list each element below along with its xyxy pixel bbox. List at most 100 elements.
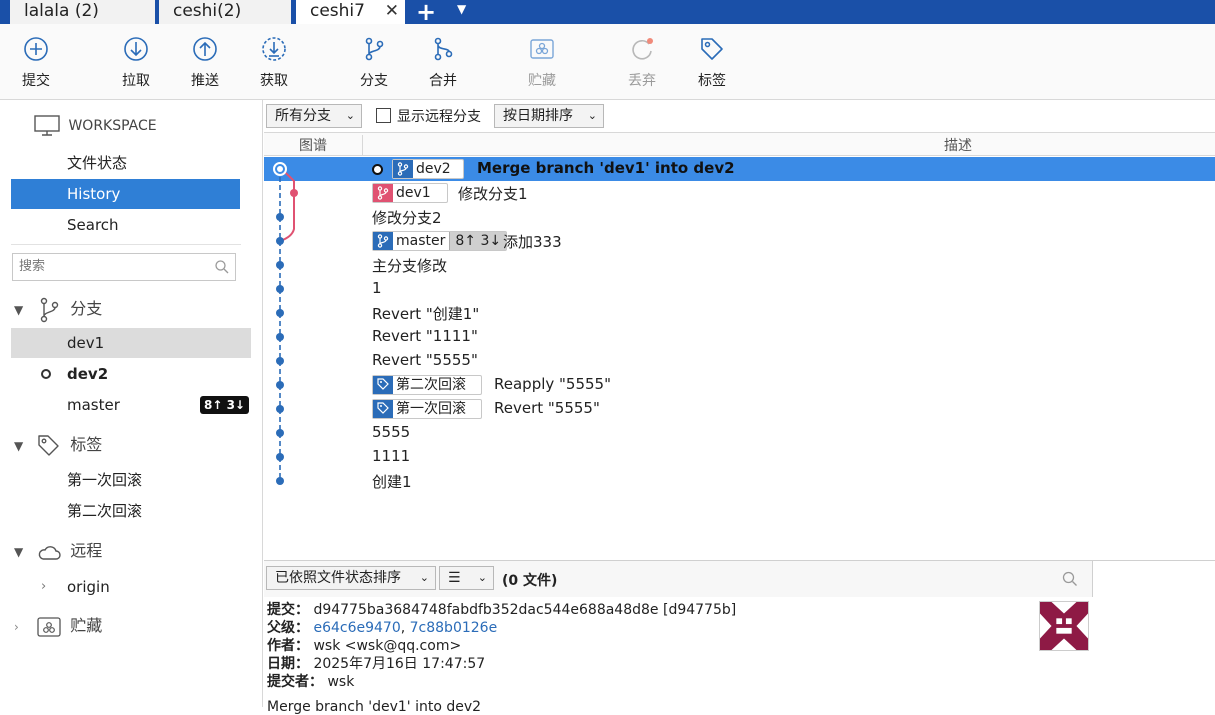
fetch-button[interactable]: 获取: [244, 36, 304, 90]
chevron-down-icon: ▼: [14, 545, 24, 559]
commit-button[interactable]: 提交: [6, 36, 66, 90]
commit-hash: d94775ba3684748fabdfb352dac544e688a48d8e…: [313, 602, 737, 618]
stash-button[interactable]: 贮藏: [512, 36, 572, 90]
remotes-section-header[interactable]: ▼ 远程: [14, 537, 102, 565]
commit-row[interactable]: 创建1: [264, 469, 1215, 493]
search-icon: [215, 260, 229, 274]
graph-column-header[interactable]: 图谱: [264, 135, 363, 155]
push-icon: [193, 37, 217, 61]
commit-row[interactable]: 主分支修改: [264, 253, 1215, 277]
chevron-right-icon: ›: [41, 579, 47, 594]
filter-bar: 所有分支 ⌄ 显示远程分支 按日期排序 ⌄: [264, 100, 1215, 132]
parent-link[interactable]: 7c88b0126e: [410, 620, 498, 636]
tag-label: 第一次回滚: [372, 399, 482, 419]
list-icon: ☰: [448, 570, 461, 586]
chevron-down-icon: ⌄: [477, 571, 487, 584]
branch-item-dev2[interactable]: dev2: [11, 359, 251, 389]
branch-icon: [393, 160, 413, 178]
chevron-down-icon: ▼: [14, 303, 24, 317]
file-toolbar: 已依照文件状态排序 ⌄ ☰ ⌄ (0 文件): [264, 561, 1093, 597]
commit-info: 提交： d94775ba3684748fabdfb352dac544e688a4…: [267, 602, 737, 690]
branch-button[interactable]: 分支: [344, 36, 404, 90]
commit-row[interactable]: Revert "1111": [264, 325, 1215, 349]
sidebar: WORKSPACE 文件状态 History Search 搜索 ▼ 分支 de…: [0, 100, 263, 707]
avatar-pane: [1093, 561, 1215, 708]
branch-filter-dropdown[interactable]: 所有分支 ⌄: [266, 104, 362, 128]
branch-icon: [365, 37, 384, 61]
add-tab-icon[interactable]: +: [416, 0, 436, 26]
commit-row[interactable]: Revert "创建1": [264, 301, 1215, 325]
tag-item[interactable]: 第二次回滚: [11, 496, 251, 526]
commit-date: 2025年7月16日 17:47:57: [313, 656, 486, 672]
commit-row[interactable]: 修改分支2: [264, 205, 1215, 229]
ahead-behind-count: 8↑ 3↓: [449, 232, 507, 250]
tag-icon: [701, 38, 723, 60]
commit-row[interactable]: dev1 修改分支1: [264, 181, 1215, 205]
divider: [11, 244, 241, 245]
commit-row[interactable]: 第二次回滚 Reapply "5555": [264, 373, 1215, 397]
commit-row[interactable]: Revert "5555": [264, 349, 1215, 373]
tag-icon: [373, 376, 393, 394]
branch-label-dev2: dev2: [392, 159, 464, 179]
sort-dropdown[interactable]: 按日期排序 ⌄: [494, 104, 604, 128]
stash-icon: [37, 616, 61, 637]
workspace-header: WORKSPACE: [34, 115, 157, 137]
remote-item-origin[interactable]: › origin: [11, 572, 251, 602]
stash-icon: [530, 39, 554, 59]
nav-file-status[interactable]: 文件状态: [11, 148, 240, 178]
nav-history[interactable]: History: [11, 179, 240, 209]
show-remote-label: 显示远程分支: [397, 109, 481, 125]
tab-menu-chevron-icon[interactable]: ▼: [457, 2, 466, 16]
tags-section-header[interactable]: ▼ 标签: [14, 431, 102, 459]
toolbar: 提交 拉取 推送 获取 分支 合并 贮藏 丢弃 标签: [0, 24, 1215, 100]
commit-row[interactable]: dev2 Merge branch 'dev1' into dev2: [264, 157, 1215, 181]
branches-section-header[interactable]: ▼ 分支: [14, 295, 102, 323]
author: wsk <wsk@qq.com>: [313, 638, 462, 654]
stashes-section-header[interactable]: › 贮藏: [14, 612, 102, 640]
branch-item-master[interactable]: master 8↑ 3↓: [11, 390, 251, 420]
commit-details-panel: 已依照文件状态排序 ⌄ ☰ ⌄ (0 文件) 提交： d94775ba3684748…: [264, 560, 1215, 715]
description-column-header[interactable]: 描述: [944, 135, 972, 155]
merge-icon: [434, 37, 453, 61]
avatar: [1039, 601, 1089, 651]
chevron-down-icon: ⌄: [419, 571, 429, 584]
current-branch-icon: [41, 369, 51, 379]
close-tab-icon[interactable]: ✕: [385, 0, 399, 22]
sidebar-search-input[interactable]: 搜索: [12, 253, 236, 281]
commit-icon: [24, 37, 48, 61]
chevron-down-icon: ⌄: [587, 109, 597, 122]
pull-icon: [124, 37, 148, 61]
file-count: (0 文件): [502, 573, 558, 589]
tab-ceshi[interactable]: ceshi(2): [159, 0, 292, 24]
parent-link[interactable]: e64c6e9470: [313, 620, 400, 636]
tag-label: 第二次回滚: [372, 375, 482, 395]
branch-icon: [373, 232, 393, 250]
ahead-behind-badge: 8↑ 3↓: [200, 396, 249, 414]
discard-button[interactable]: 丢弃: [612, 36, 672, 90]
chevron-down-icon: ▼: [14, 439, 24, 453]
push-button[interactable]: 推送: [175, 36, 235, 90]
nav-search[interactable]: Search: [11, 210, 240, 240]
commit-list: dev2 Merge branch 'dev1' into dev2 dev1 …: [264, 157, 1215, 560]
show-remote-checkbox[interactable]: [376, 108, 391, 123]
tag-icon: [373, 400, 393, 418]
tab-lalala[interactable]: lalala (2): [10, 0, 156, 24]
commit-row[interactable]: 1111: [264, 445, 1215, 469]
file-sort-dropdown[interactable]: 已依照文件状态排序 ⌄: [266, 566, 436, 590]
search-icon[interactable]: [1062, 571, 1078, 587]
commit-row[interactable]: master 8↑ 3↓ 添加333: [264, 229, 1215, 253]
commit-row[interactable]: 第一次回滚 Revert "5555": [264, 397, 1215, 421]
commit-row[interactable]: 5555: [264, 421, 1215, 445]
branch-icon: [40, 297, 59, 322]
chevron-right-icon: ›: [14, 620, 19, 634]
tag-item[interactable]: 第一次回滚: [11, 465, 251, 495]
view-mode-dropdown[interactable]: ☰ ⌄: [439, 566, 494, 590]
commit-row[interactable]: 1: [264, 277, 1215, 301]
branch-label-dev1: dev1: [372, 183, 448, 203]
tab-ceshi7[interactable]: ceshi7 ✕: [296, 0, 406, 24]
merge-button[interactable]: 合并: [413, 36, 473, 90]
commit-list-header: 图谱 描述: [264, 132, 1215, 156]
branch-item-dev1[interactable]: dev1: [11, 328, 251, 358]
pull-button[interactable]: 拉取: [106, 36, 166, 90]
tag-button[interactable]: 标签: [682, 36, 742, 90]
